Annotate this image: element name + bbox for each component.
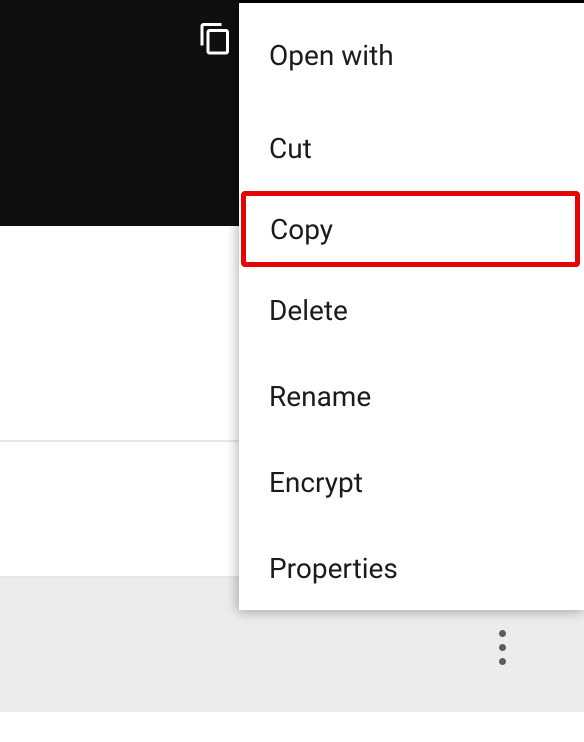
more-options-icon[interactable] — [499, 630, 506, 665]
menu-item-rename[interactable]: Rename — [239, 353, 584, 439]
divider — [0, 440, 242, 442]
menu-item-label: Delete — [269, 294, 348, 327]
menu-item-delete[interactable]: Delete — [239, 267, 584, 353]
menu-item-open-with[interactable]: Open with — [239, 5, 584, 105]
menu-item-label: Rename — [269, 380, 371, 413]
copy-icon[interactable] — [196, 20, 232, 56]
menu-item-label: Cut — [269, 132, 312, 165]
menu-item-label: Encrypt — [269, 466, 363, 499]
menu-item-label: Properties — [269, 552, 398, 585]
menu-item-encrypt[interactable]: Encrypt — [239, 439, 584, 525]
menu-item-properties[interactable]: Properties — [239, 525, 584, 611]
menu-item-copy[interactable]: Copy — [241, 191, 580, 267]
menu-item-cut[interactable]: Cut — [239, 105, 584, 191]
menu-item-label: Copy — [270, 213, 333, 246]
menu-item-label: Open with — [269, 39, 394, 72]
context-menu: Open with Cut Copy Delete Rename Encrypt… — [239, 0, 584, 610]
